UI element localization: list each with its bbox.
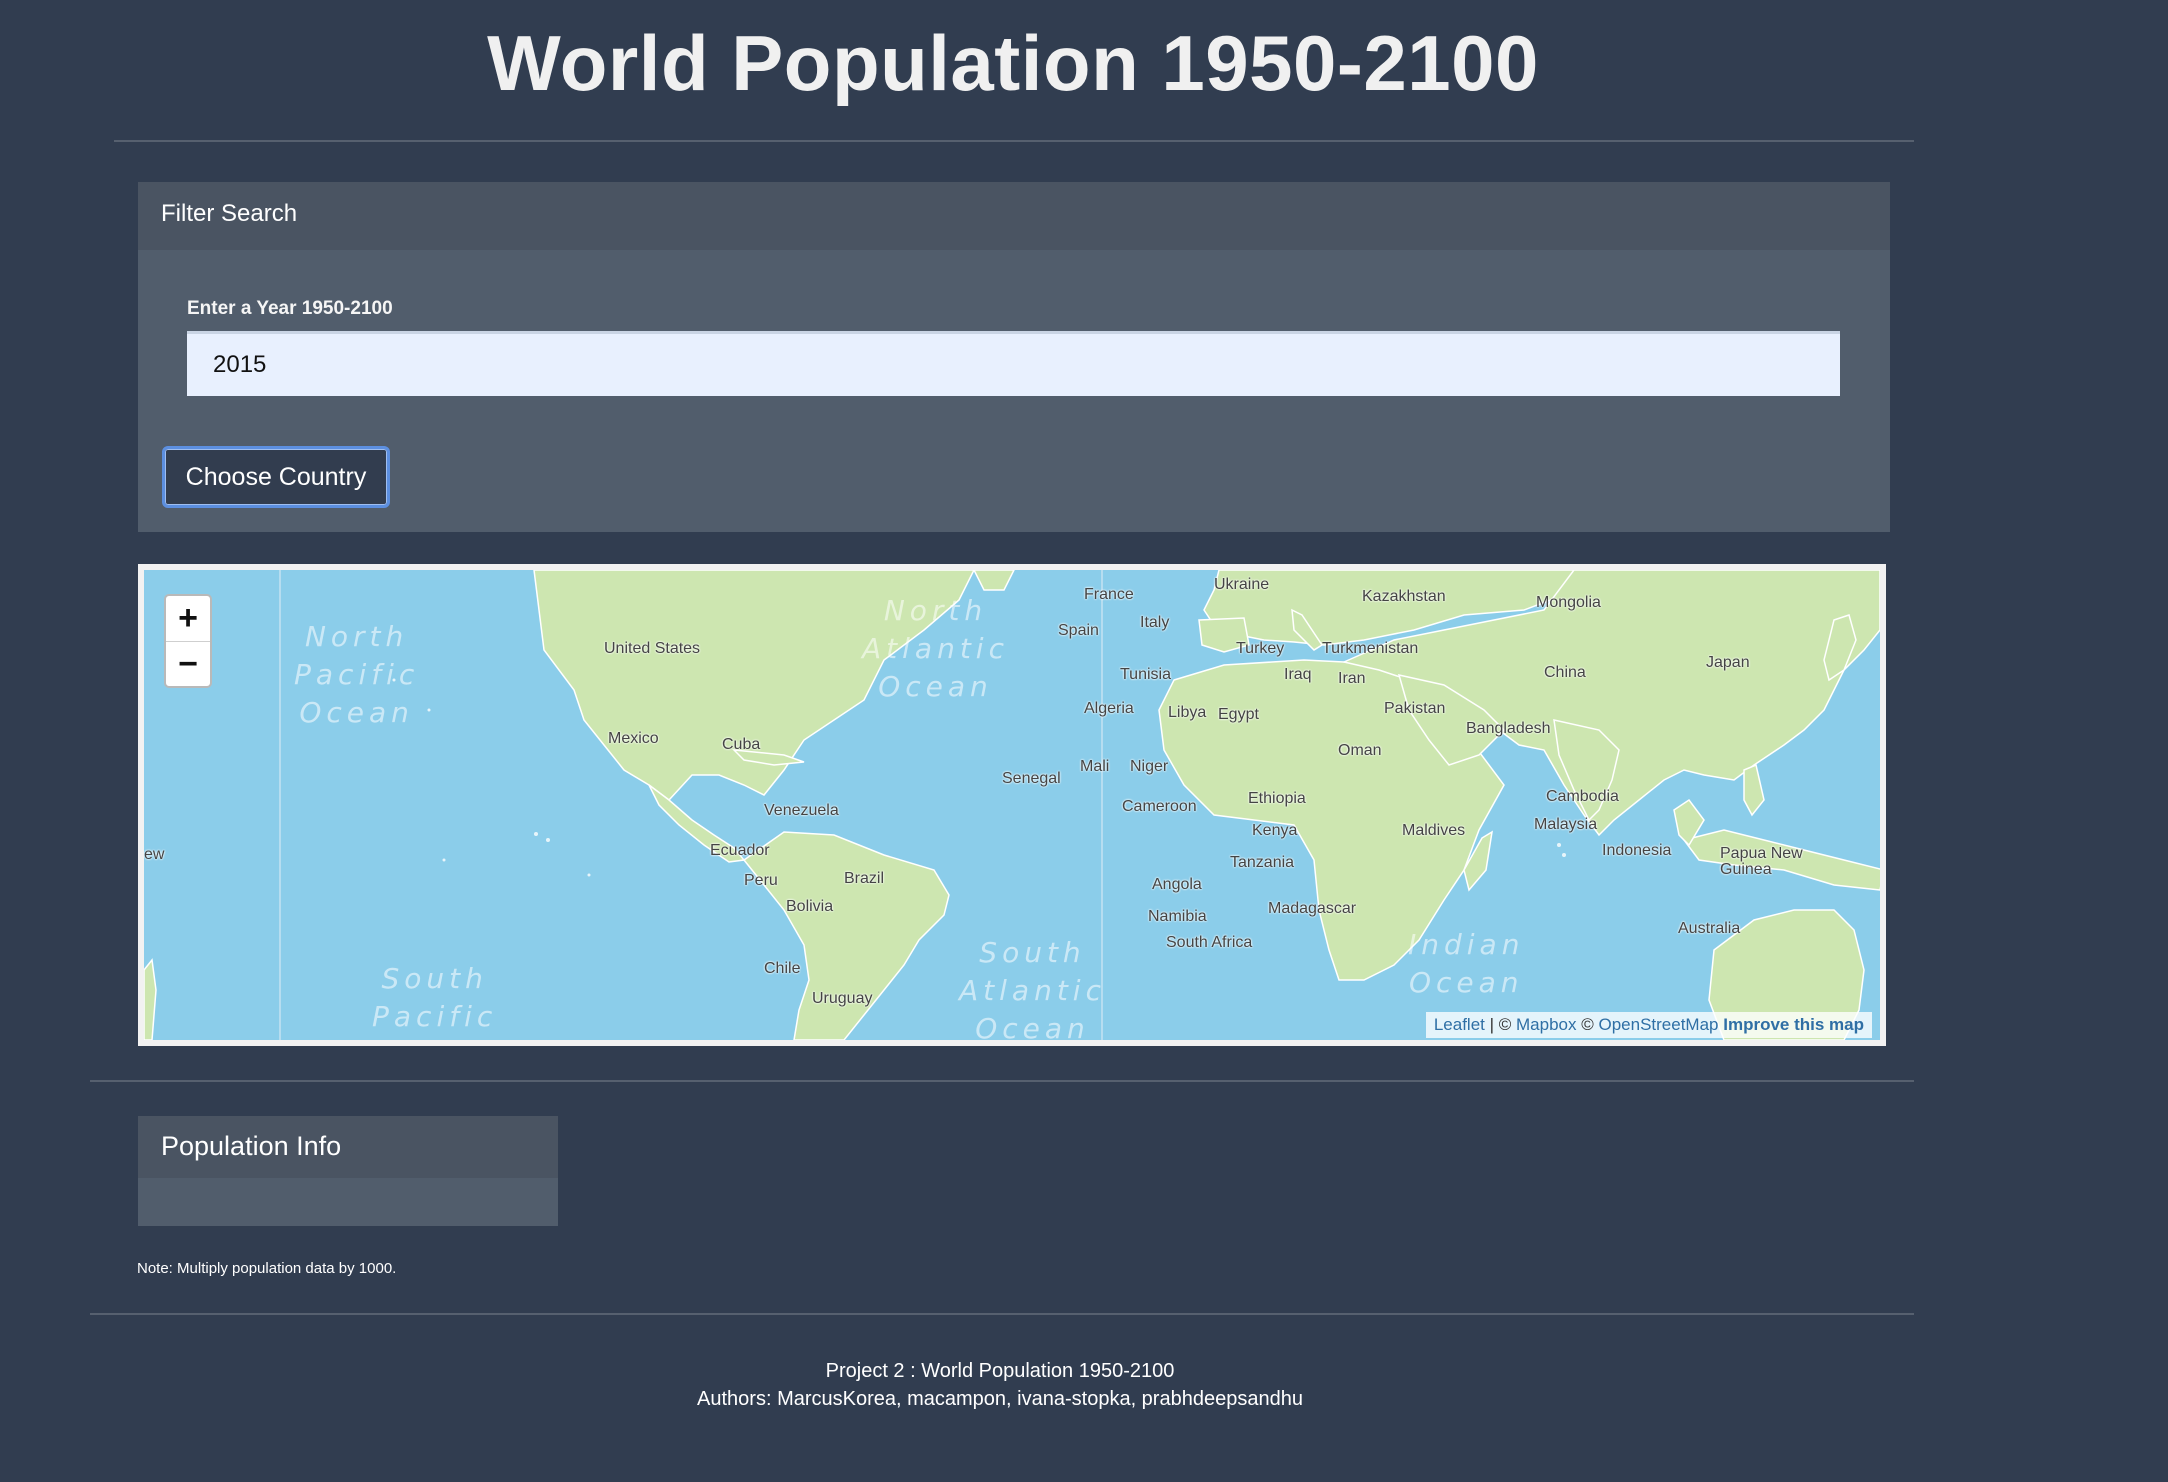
attribution-separator: | © xyxy=(1484,1015,1517,1034)
mapbox-link[interactable]: Mapbox xyxy=(1516,1015,1576,1034)
country-label: Libya xyxy=(1168,704,1207,721)
attribution-separator: © xyxy=(1576,1015,1599,1034)
population-info-body xyxy=(138,1178,558,1226)
country-label: Iran xyxy=(1338,670,1366,687)
country-label: Brazil xyxy=(844,870,885,887)
country-label: Papua New Guinea xyxy=(1720,845,1803,878)
country-label: Ethiopia xyxy=(1248,790,1306,807)
footer-divider xyxy=(90,1313,1914,1315)
population-note: Note: Multiply population data by 1000. xyxy=(137,1260,397,1277)
title-divider xyxy=(114,140,1914,142)
country-label: Australia xyxy=(1678,920,1741,937)
country-label: Mexico xyxy=(608,730,659,747)
choose-country-button[interactable]: Choose Country xyxy=(162,446,390,508)
country-label: Kenya xyxy=(1252,822,1298,839)
zoom-in-button[interactable]: + xyxy=(166,596,210,642)
country-label: Ecuador xyxy=(710,842,770,859)
ocean-label-south-pacific: South Pacific xyxy=(372,962,498,1033)
country-label: Uruguay xyxy=(812,990,873,1007)
ocean-label-north-pacific: North Pacific Ocean xyxy=(294,620,420,729)
map-divider xyxy=(90,1080,1914,1082)
country-label: Oman xyxy=(1338,742,1382,759)
page-title: World Population 1950-2100 xyxy=(487,19,1539,107)
filter-panel-title: Filter Search xyxy=(161,200,298,227)
country-label: United States xyxy=(604,640,701,657)
footer-authors-line: Authors: MarcusKorea, macampon, ivana-st… xyxy=(697,1388,1303,1410)
country-label: Indonesia xyxy=(1602,842,1672,859)
country-label: Cuba xyxy=(722,736,761,753)
zoom-control: + − xyxy=(164,594,212,688)
ocean-label-north-atlantic: North Atlantic Ocean xyxy=(862,594,1009,703)
country-label: Mongolia xyxy=(1536,594,1601,611)
world-map[interactable]: North Pacific Ocean North Atlantic Ocean… xyxy=(138,564,1886,1046)
year-input-label: Enter a Year 1950-2100 xyxy=(187,298,393,319)
country-label: Pakistan xyxy=(1384,700,1446,717)
country-label: Malaysia xyxy=(1534,816,1598,833)
footer-project-line: Project 2 : World Population 1950-2100 xyxy=(825,1360,1175,1382)
country-label: France xyxy=(1084,586,1134,603)
country-label: Venezuela xyxy=(764,802,839,819)
country-label: Chile xyxy=(764,960,801,977)
ocean-label-south-atlantic: South Atlantic Ocean xyxy=(959,936,1106,1045)
country-label: Algeria xyxy=(1084,700,1134,717)
country-label: Madagascar xyxy=(1268,900,1357,917)
country-label: Kazakhstan xyxy=(1362,588,1446,605)
filter-panel-header: Filter Search xyxy=(138,182,1890,250)
country-label: Tunisia xyxy=(1120,666,1171,683)
country-label: Senegal xyxy=(1002,770,1061,787)
country-label: Spain xyxy=(1058,622,1099,639)
country-label: Cambodia xyxy=(1546,788,1619,805)
country-label: Peru xyxy=(744,872,778,889)
country-label: Italy xyxy=(1140,614,1170,631)
leaflet-link[interactable]: Leaflet xyxy=(1434,1015,1485,1034)
population-info-title: Population Info xyxy=(161,1131,342,1161)
year-input[interactable] xyxy=(187,331,1840,396)
country-label: ew xyxy=(144,846,165,863)
country-label: Bangladesh xyxy=(1466,720,1551,737)
map-attribution: Leaflet | © Mapbox © OpenStreetMap Impro… xyxy=(1425,1012,1872,1038)
ocean-label-indian: Indian Ocean xyxy=(1408,928,1525,999)
population-info-header: Population Info xyxy=(138,1116,558,1178)
country-label: Ukraine xyxy=(1214,576,1270,593)
country-label: Namibia xyxy=(1148,908,1207,925)
country-label: Turkmenistan xyxy=(1322,640,1419,657)
country-label: Japan xyxy=(1706,654,1750,671)
country-label: Angola xyxy=(1152,876,1202,893)
country-label: Iraq xyxy=(1284,666,1312,683)
country-label: Maldives xyxy=(1402,822,1466,839)
country-label: Turkey xyxy=(1236,640,1285,657)
country-label: China xyxy=(1544,664,1586,681)
country-label: Tanzania xyxy=(1230,854,1295,871)
improve-map-link[interactable]: Improve this map xyxy=(1723,1015,1864,1034)
openstreetmap-link[interactable]: OpenStreetMap xyxy=(1598,1015,1718,1034)
country-label: Cameroon xyxy=(1122,798,1197,815)
country-label: South Africa xyxy=(1166,934,1253,951)
country-label: Bolivia xyxy=(786,898,834,915)
country-label: Mali xyxy=(1080,758,1110,775)
country-label: Egypt xyxy=(1218,706,1259,723)
zoom-out-button[interactable]: − xyxy=(166,642,210,687)
country-label: Niger xyxy=(1130,758,1169,775)
